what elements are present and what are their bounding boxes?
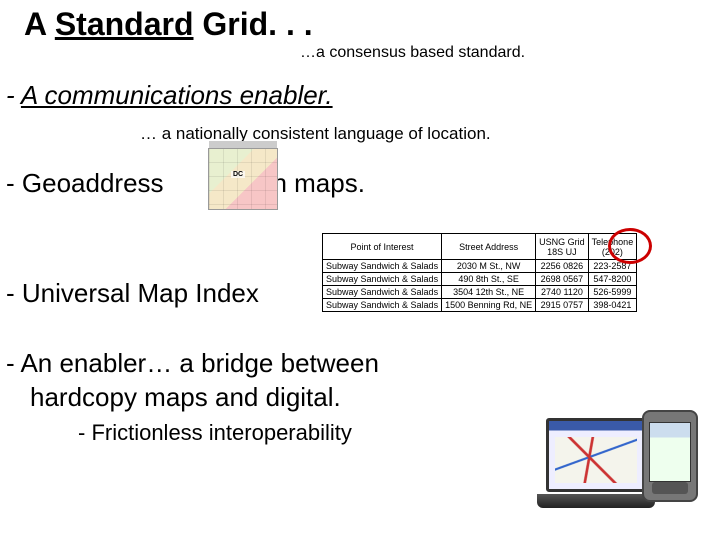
cell: 526-5999 bbox=[588, 286, 637, 299]
cell: 223-2587 bbox=[588, 260, 637, 273]
title-mid: Standard bbox=[55, 6, 194, 42]
cell: Subway Sandwich & Salads bbox=[323, 273, 442, 286]
page-title: A Standard Grid. . . bbox=[24, 6, 313, 43]
device-illustration bbox=[546, 410, 706, 534]
pda-icon bbox=[642, 410, 698, 502]
bullet-communications: - A communications enabler. bbox=[6, 80, 333, 111]
map-thumbnail bbox=[208, 148, 278, 210]
bullet-universal-map-index: - Universal Map Index bbox=[6, 278, 259, 309]
cell: 2740 1120 bbox=[536, 286, 589, 299]
geoaddress-pre: - Geoaddress bbox=[6, 168, 164, 198]
laptop-icon bbox=[546, 418, 656, 518]
cell: 2256 0826 bbox=[536, 260, 589, 273]
th-address: Street Address bbox=[442, 234, 536, 260]
cell: Subway Sandwich & Salads bbox=[323, 299, 442, 312]
cell: 398-0421 bbox=[588, 299, 637, 312]
title-post: Grid. . . bbox=[194, 6, 313, 42]
bullet-geoaddress: - Geoaddress on maps. bbox=[6, 168, 365, 199]
th-phone: Telephone (202) bbox=[588, 234, 637, 260]
cell: 3504 12th St., NE bbox=[442, 286, 536, 299]
cell: 2915 0757 bbox=[536, 299, 589, 312]
table-header-row: Point of Interest Street Address USNG Gr… bbox=[323, 234, 637, 260]
subtext-language: … a nationally consistent language of lo… bbox=[140, 124, 491, 144]
cell: 490 8th St., SE bbox=[442, 273, 536, 286]
cell: 2030 M St., NW bbox=[442, 260, 536, 273]
bullet-dash: - bbox=[6, 80, 21, 110]
poi-table: Point of Interest Street Address USNG Gr… bbox=[322, 233, 637, 312]
table-row: Subway Sandwich & Salads 2030 M St., NW … bbox=[323, 260, 637, 273]
title-pre: A bbox=[24, 6, 55, 42]
table-row: Subway Sandwich & Salads 3504 12th St., … bbox=[323, 286, 637, 299]
cell: Subway Sandwich & Salads bbox=[323, 260, 442, 273]
th-poi: Point of Interest bbox=[323, 234, 442, 260]
table-row: Subway Sandwich & Salads 490 8th St., SE… bbox=[323, 273, 637, 286]
cell: Subway Sandwich & Salads bbox=[323, 286, 442, 299]
bullet-frictionless: - Frictionless interoperability bbox=[78, 420, 352, 446]
bullet-enabler-bridge-cont: hardcopy maps and digital. bbox=[30, 382, 341, 413]
cell: 2698 0567 bbox=[536, 273, 589, 286]
subtitle-right: …a consensus based standard. bbox=[300, 44, 525, 62]
bullet-communications-text: A communications enabler. bbox=[21, 80, 333, 110]
bullet-enabler-bridge: - An enabler… a bridge between bbox=[6, 348, 379, 379]
th-usng: USNG Grid 18S UJ bbox=[536, 234, 589, 260]
table-row: Subway Sandwich & Salads 1500 Benning Rd… bbox=[323, 299, 637, 312]
cell: 547-8200 bbox=[588, 273, 637, 286]
cell: 1500 Benning Rd, NE bbox=[442, 299, 536, 312]
